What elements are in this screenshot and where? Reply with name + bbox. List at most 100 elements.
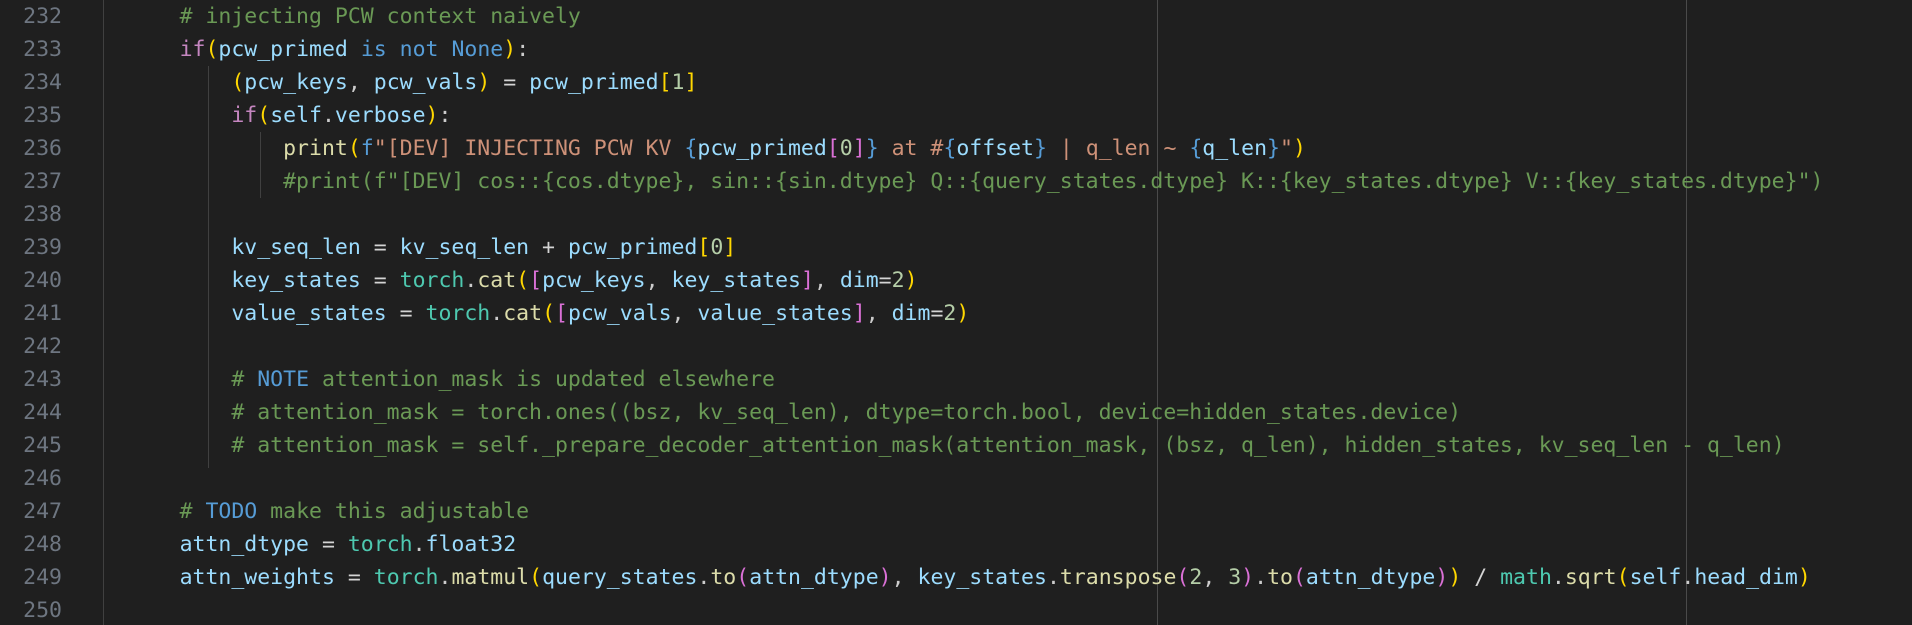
code-token: 3 [1228, 565, 1242, 590]
code-line[interactable]: 242 [0, 330, 1912, 363]
code-token: [ [658, 70, 672, 95]
code-token: 0 [839, 136, 853, 161]
code-line[interactable]: 241 value_states = torch.cat([pcw_vals, … [0, 297, 1912, 330]
code-line[interactable]: 244 # attention_mask = torch.ones((bsz, … [0, 396, 1912, 429]
line-code[interactable]: #print(f"[DEV] cos::{cos.dtype}, sin::{s… [76, 165, 1823, 198]
code-token: / [1461, 565, 1501, 590]
code-token: transpose [1059, 565, 1177, 590]
code-token: = [490, 70, 530, 95]
line-code[interactable]: # attention_mask = self._prepare_decoder… [76, 429, 1785, 462]
line-number: 248 [23, 532, 62, 557]
code-editor[interactable]: 232 # injecting PCW context naively 233 i… [0, 0, 1912, 625]
code-token: ( [1176, 565, 1190, 590]
line-code[interactable]: print(f"[DEV] INJECTING PCW KV {pcw_prim… [76, 132, 1306, 165]
code-token: matmul [451, 565, 530, 590]
code-token: . [464, 268, 478, 293]
code-token: None [451, 37, 504, 62]
code-token: [ [697, 235, 711, 260]
code-token: 0 [710, 235, 724, 260]
line-number: 233 [23, 37, 62, 62]
code-token: attn_dtype [179, 532, 310, 557]
line-code[interactable]: # NOTE attention_mask is updated elsewhe… [76, 363, 775, 396]
code-line[interactable]: 239 kv_seq_len = kv_seq_len + pcw_primed… [0, 231, 1912, 264]
line-code[interactable]: attn_weights = torch.matmul(query_states… [76, 561, 1811, 594]
line-number: 235 [23, 103, 62, 128]
code-token: ) [503, 37, 517, 62]
code-token: } [1034, 136, 1047, 161]
code-token: { [1189, 136, 1203, 161]
code-token: , [1202, 565, 1229, 590]
code-token: dim [891, 301, 931, 326]
code-token: [ [529, 268, 543, 293]
code-token: , [891, 565, 918, 590]
code-token: ( [347, 136, 361, 161]
code-token: ( [542, 301, 556, 326]
code-line[interactable]: 248 attn_dtype = torch.float32 [0, 528, 1912, 561]
code-line[interactable]: 247 # TODO make this adjustable [0, 495, 1912, 528]
code-token: pcw_vals [373, 70, 478, 95]
code-line[interactable]: 250 [0, 594, 1912, 625]
line-code[interactable]: kv_seq_len = kv_seq_len + pcw_primed[0] [76, 231, 736, 264]
code-line[interactable]: 234 (pcw_keys, pcw_vals) = pcw_primed[1] [0, 66, 1912, 99]
code-token: attention_mask is updated elsewhere [309, 367, 776, 392]
line-code[interactable]: (pcw_keys, pcw_vals) = pcw_primed[1] [76, 66, 697, 99]
code-token: if [231, 103, 258, 128]
code-token: , [865, 301, 892, 326]
code-token: torch [425, 301, 491, 326]
code-token: attn_weights [179, 565, 335, 590]
code-line[interactable]: 243 # NOTE attention_mask is updated els… [0, 363, 1912, 396]
code-line[interactable]: 238 [0, 198, 1912, 231]
code-token: NOTE [257, 367, 310, 392]
code-line[interactable]: 245 # attention_mask = self._prepare_dec… [0, 429, 1912, 462]
line-code[interactable]: if(pcw_primed is not None): [76, 33, 530, 66]
code-token: "[DEV] INJECTING PCW KV [373, 136, 685, 161]
code-line[interactable]: 232 # injecting PCW context naively [0, 0, 1912, 33]
code-token: offset [956, 136, 1034, 161]
code-token: not [399, 37, 439, 62]
line-code[interactable]: # TODO make this adjustable [76, 495, 530, 528]
code-token: query_states [542, 565, 698, 590]
line-code[interactable]: key_states = torch.cat([pcw_keys, key_st… [76, 264, 917, 297]
code-line[interactable]: 235 if(self.verbose): [0, 99, 1912, 132]
code-token: | q_len ~ [1046, 136, 1190, 161]
code-line[interactable]: 246 [0, 462, 1912, 495]
line-code[interactable]: # injecting PCW context naively [76, 0, 581, 33]
line-number: 234 [23, 70, 62, 95]
code-token: # injecting PCW context naively [179, 4, 581, 29]
line-code[interactable]: value_states = torch.cat([pcw_vals, valu… [76, 297, 969, 330]
code-token: float32 [425, 532, 517, 557]
code-token: : [438, 103, 452, 128]
code-line[interactable]: 249 attn_weights = torch.matmul(query_st… [0, 561, 1912, 594]
code-line[interactable]: 233 if(pcw_primed is not None): [0, 33, 1912, 66]
line-number: 244 [23, 400, 62, 425]
code-token: key_states [231, 268, 361, 293]
code-token: ( [516, 268, 530, 293]
line-number: 245 [23, 433, 62, 458]
code-token: [ [826, 136, 840, 161]
code-token: # attention_mask = self._prepare_decoder… [231, 433, 1785, 458]
code-line[interactable]: 240 key_states = torch.cat([pcw_keys, ke… [0, 264, 1912, 297]
code-token: pcw_primed [567, 235, 698, 260]
code-token: = [878, 268, 892, 293]
line-number: 237 [23, 169, 62, 194]
code-token: = [309, 532, 348, 557]
code-token: pcw_keys [542, 268, 646, 293]
code-token: ) [425, 103, 439, 128]
code-token: } [865, 136, 879, 161]
code-token: ) [956, 301, 970, 326]
code-line[interactable]: 237 #print(f"[DEV] cos::{cos.dtype}, sin… [0, 165, 1912, 198]
line-code[interactable]: # attention_mask = torch.ones((bsz, kv_s… [76, 396, 1461, 429]
line-code[interactable]: if(self.verbose): [76, 99, 451, 132]
code-token: value_states [697, 301, 853, 326]
code-line[interactable]: 236 print(f"[DEV] INJECTING PCW KV {pcw_… [0, 132, 1912, 165]
line-code[interactable]: attn_dtype = torch.float32 [76, 528, 517, 561]
